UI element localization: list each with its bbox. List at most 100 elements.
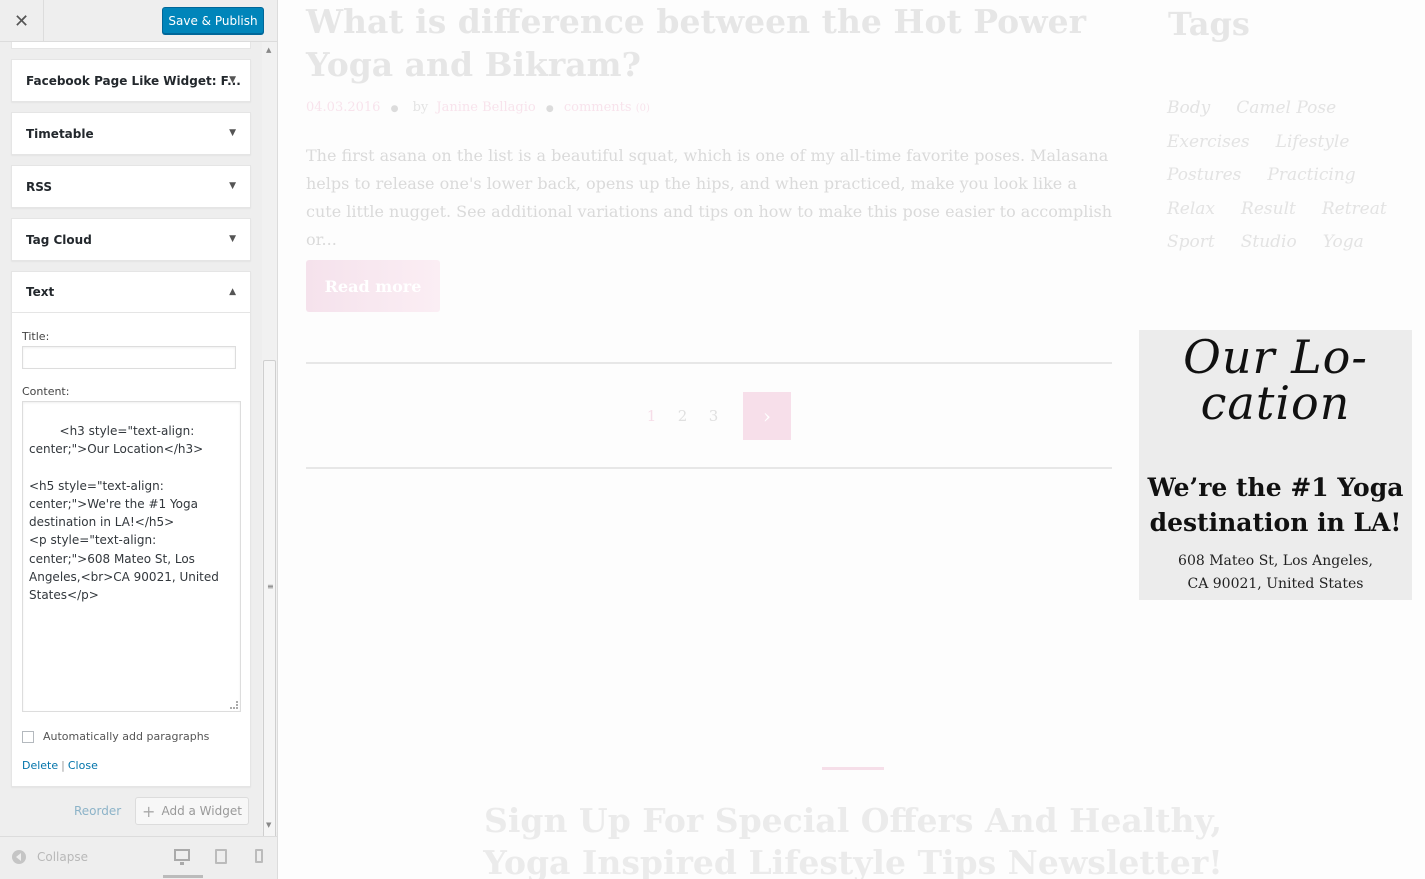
collapse-icon: [12, 850, 26, 864]
auto-paragraphs-option[interactable]: Automatically add paragraphs: [22, 730, 209, 743]
tag-row: Sport Studio Yoga: [1167, 232, 1397, 266]
location-address: 608 Mateo St, Los Angeles, CA 90021, Uni…: [1139, 550, 1412, 596]
widget-item-partial: [11, 42, 251, 49]
tag-link[interactable]: Result: [1241, 199, 1296, 233]
resize-handle[interactable]: [230, 701, 238, 709]
customizer-footer: Collapse: [0, 836, 277, 879]
collapse-arrow-icon[interactable]: ▲: [229, 287, 236, 297]
title-input[interactable]: [22, 346, 236, 369]
desktop-icon[interactable]: [174, 849, 190, 865]
post-title[interactable]: What is difference between the Hot Power…: [306, 0, 1116, 86]
customizer-sidebar: ✕ Save & Publish Facebook Page Like Widg…: [0, 0, 278, 879]
close-icon: ✕: [13, 10, 30, 32]
tag-link[interactable]: Studio: [1241, 232, 1297, 266]
widget-label: Facebook Page Like Widget: F...: [26, 73, 241, 88]
widget-title[interactable]: Facebook Page Like Widget: F... ▼: [12, 60, 250, 101]
delete-link[interactable]: Delete: [22, 759, 58, 772]
collapse-button[interactable]: Collapse: [12, 850, 88, 864]
tag-row: Body Camel Pose: [1167, 98, 1397, 132]
tag-link[interactable]: Postures: [1167, 165, 1241, 199]
tag-link[interactable]: Exercises: [1167, 132, 1250, 166]
scroll-up-icon[interactable]: ▲: [266, 46, 271, 54]
tablet-icon[interactable]: [215, 849, 227, 864]
save-publish-button[interactable]: Save & Publish: [162, 7, 264, 34]
address-line2: CA 90021, United States: [1187, 576, 1364, 592]
widget-facebook-page-like[interactable]: Facebook Page Like Widget: F... ▼: [11, 59, 251, 102]
comments-link[interactable]: comments: [564, 100, 632, 115]
tag-link[interactable]: Lifestyle: [1276, 132, 1350, 166]
signup-accent-rule: [822, 767, 884, 770]
divider: [306, 467, 1112, 469]
expand-arrow-icon[interactable]: ▼: [229, 234, 236, 244]
tag-link[interactable]: Camel Pose: [1236, 98, 1336, 132]
grip-icon: ≡: [267, 582, 274, 591]
signup-heading: Sign Up For Special Offers And Healthy, …: [458, 800, 1248, 879]
widget-tag-cloud[interactable]: Tag Cloud ▼: [11, 218, 251, 261]
signup-heading-line2: Yoga Inspired Lifestyle Tips Newsletter!: [483, 843, 1223, 879]
tag-link[interactable]: Retreat: [1322, 199, 1387, 233]
widget-text: Text ▲ Title: Content: <h3 style="text-a…: [11, 271, 251, 787]
close-customizer-button[interactable]: ✕: [0, 0, 44, 42]
post-meta: 04.03.2016 ● by Janine Bellagio ● commen…: [306, 100, 650, 115]
chevron-right-icon: ›: [763, 404, 771, 428]
widgets-panel: Facebook Page Like Widget: F... ▼ Timeta…: [0, 42, 262, 832]
widget-rss[interactable]: RSS ▼: [11, 165, 251, 208]
widget-title[interactable]: Tag Cloud ▼: [12, 219, 250, 260]
expand-arrow-icon[interactable]: ▼: [229, 181, 236, 191]
next-page-button[interactable]: ›: [743, 392, 791, 440]
sidebar-scrollbar[interactable]: ▲ ≡ ▼: [262, 42, 277, 862]
expand-arrow-icon[interactable]: ▼: [229, 128, 236, 138]
scroll-thumb[interactable]: ≡: [263, 360, 276, 862]
tag-link[interactable]: Sport: [1167, 232, 1215, 266]
page-2[interactable]: 2: [667, 407, 698, 425]
read-more-button[interactable]: Read more: [306, 260, 440, 312]
tag-link[interactable]: Body: [1167, 98, 1210, 132]
auto-paragraphs-checkbox[interactable]: [22, 730, 34, 743]
add-widget-button[interactable]: + Add a Widget: [135, 797, 249, 825]
title-label: Title:: [22, 330, 50, 343]
widget-label: Timetable: [26, 126, 94, 141]
widget-label: Tag Cloud: [26, 232, 92, 247]
widget-title[interactable]: Timetable ▼: [12, 113, 250, 154]
separator: |: [61, 759, 65, 772]
close-link[interactable]: Close: [68, 759, 98, 772]
content-textarea[interactable]: <h3 style="text-align: center;">Our Loca…: [22, 401, 241, 712]
widget-title[interactable]: Text ▲: [12, 272, 250, 313]
content-label: Content:: [22, 385, 70, 398]
mobile-icon[interactable]: [255, 849, 263, 863]
plus-icon: +: [142, 801, 156, 821]
collapse-label: Collapse: [37, 850, 88, 864]
address-line1: 608 Mateo St, Los Angeles,: [1178, 553, 1373, 569]
post-date[interactable]: 04.03.2016: [306, 100, 380, 115]
tag-link[interactable]: Relax: [1167, 199, 1215, 233]
tag-link[interactable]: Yoga: [1323, 232, 1364, 266]
widget-actions: Delete | Close: [22, 759, 98, 772]
customizer-header: ✕ Save & Publish: [0, 0, 277, 42]
widget-label: RSS: [26, 179, 52, 194]
post-author[interactable]: Janine Bellagio: [436, 100, 535, 115]
scroll-down-icon[interactable]: ▼: [266, 821, 271, 829]
auto-paragraphs-label: Automatically add paragraphs: [43, 730, 210, 743]
location-heading: Our Lo- cation: [1139, 334, 1412, 426]
add-widget-label: Add a Widget: [161, 804, 242, 818]
tag-row: Exercises Lifestyle: [1167, 132, 1397, 166]
expand-arrow-icon[interactable]: ▼: [229, 75, 236, 85]
active-device-indicator: [163, 875, 203, 878]
reorder-link[interactable]: Reorder: [74, 804, 121, 818]
tag-row: Postures Practicing: [1167, 165, 1397, 199]
post-excerpt: The first asana on the list is a beautif…: [306, 146, 1113, 249]
location-tagline: We’re the #1 Yoga destination in LA!: [1147, 473, 1404, 537]
tag-link[interactable]: Practicing: [1267, 165, 1355, 199]
divider: [306, 362, 1112, 364]
tags-heading: Tags: [1168, 5, 1250, 43]
widget-title[interactable]: RSS ▼: [12, 166, 250, 207]
location-heading-line2: cation: [1200, 376, 1351, 430]
signup-heading-line1: Sign Up For Special Offers And Healthy,: [484, 801, 1222, 840]
page-3[interactable]: 3: [698, 407, 729, 425]
page-1[interactable]: 1: [636, 407, 667, 425]
comments-count: (0): [635, 103, 650, 114]
location-heading-line1: Our Lo-: [1183, 330, 1368, 384]
bullet-icon: ●: [545, 104, 554, 114]
text-widget-preview: Our Lo- cation We’re the #1 Yoga destina…: [1139, 330, 1412, 600]
widget-timetable[interactable]: Timetable ▼: [11, 112, 251, 155]
